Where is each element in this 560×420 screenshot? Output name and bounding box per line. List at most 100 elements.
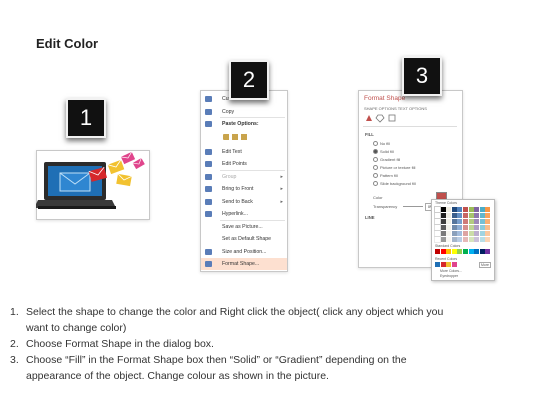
color-swatch[interactable] [446, 207, 452, 212]
color-swatch[interactable] [468, 249, 474, 254]
color-swatch[interactable] [451, 213, 457, 218]
menu-item-send-to-back[interactable]: Send to Back ▸ [201, 196, 287, 208]
more-colors-item[interactable]: More Colors... [440, 269, 462, 273]
color-swatch[interactable] [440, 219, 446, 224]
more-colors-button[interactable]: More [479, 262, 491, 268]
color-swatch[interactable] [479, 231, 485, 236]
color-swatch[interactable] [457, 213, 463, 218]
color-swatch[interactable] [463, 231, 468, 236]
color-swatch[interactable] [451, 262, 457, 267]
menu-item-bring-to-front[interactable]: Bring to Front ▸ [201, 183, 287, 195]
radio-icon[interactable] [373, 157, 378, 163]
color-swatch[interactable] [463, 213, 468, 218]
fill-option[interactable]: Pattern fill [373, 173, 398, 179]
color-swatch[interactable] [479, 249, 485, 254]
menu-item-paste-options[interactable] [201, 131, 287, 143]
color-swatch[interactable] [434, 212, 441, 219]
color-swatch[interactable] [457, 207, 463, 212]
eyedropper-item[interactable]: Eyedropper [440, 274, 458, 278]
color-swatch[interactable] [451, 207, 457, 212]
color-swatch[interactable] [434, 224, 441, 231]
color-swatch[interactable] [468, 225, 474, 230]
line-section-header[interactable]: LINE [365, 215, 375, 220]
fill-option[interactable]: Picture or texture fill [373, 165, 415, 171]
color-swatch[interactable] [479, 225, 485, 230]
color-swatch[interactable] [468, 231, 474, 236]
color-swatch[interactable] [434, 236, 441, 243]
color-swatch[interactable] [434, 218, 441, 225]
color-swatch[interactable] [451, 219, 457, 224]
color-swatch[interactable] [434, 230, 441, 237]
color-swatch[interactable] [479, 207, 485, 212]
color-swatch[interactable] [451, 231, 457, 236]
color-swatch[interactable] [468, 213, 474, 218]
radio-icon[interactable] [373, 165, 378, 171]
color-swatch[interactable] [485, 249, 491, 254]
fill-option[interactable]: Solid fill [373, 149, 394, 155]
color-swatch[interactable] [474, 213, 480, 218]
color-swatch[interactable] [474, 237, 480, 242]
color-swatch[interactable] [440, 231, 446, 236]
color-swatch[interactable] [463, 207, 468, 212]
color-swatch[interactable] [451, 249, 457, 254]
color-swatch[interactable] [457, 231, 463, 236]
menu-item-format-shape[interactable]: Format Shape... [201, 258, 287, 270]
color-swatch[interactable] [463, 219, 468, 224]
color-swatch[interactable] [446, 249, 452, 254]
menu-item-paste-options[interactable]: Paste Options: [201, 118, 287, 130]
color-swatch[interactable] [485, 237, 491, 242]
color-swatch[interactable] [485, 225, 491, 230]
fill-section-header[interactable]: FILL [365, 132, 374, 137]
color-swatch[interactable] [474, 219, 480, 224]
menu-item-copy[interactable]: Copy [201, 106, 287, 118]
format-shape-tabs[interactable]: SHAPE OPTIONS TEXT OPTIONS [364, 106, 427, 111]
color-swatch[interactable] [479, 219, 485, 224]
color-swatch[interactable] [463, 225, 468, 230]
color-swatch[interactable] [451, 237, 457, 242]
color-swatch[interactable] [463, 237, 468, 242]
color-swatch[interactable] [440, 207, 446, 212]
color-swatch[interactable] [446, 225, 452, 230]
color-swatch[interactable] [435, 262, 440, 267]
radio-icon[interactable] [373, 149, 378, 155]
color-swatch[interactable] [446, 262, 452, 267]
color-swatch[interactable] [474, 225, 480, 230]
color-swatch[interactable] [479, 237, 485, 242]
color-swatch[interactable] [435, 249, 440, 254]
color-swatch[interactable] [446, 237, 452, 242]
color-swatch[interactable] [463, 249, 468, 254]
color-swatch[interactable] [446, 231, 452, 236]
menu-item-edit-text[interactable]: Edit Text [201, 146, 287, 158]
fill-option[interactable]: No fill [373, 141, 390, 147]
color-swatch[interactable] [485, 207, 491, 212]
color-swatch[interactable] [446, 219, 452, 224]
color-swatch[interactable] [457, 219, 463, 224]
color-swatch[interactable] [457, 237, 463, 242]
radio-icon[interactable] [373, 173, 378, 179]
menu-item-set-as-default-shape[interactable]: Set as Default Shape [201, 233, 287, 245]
color-swatch[interactable] [485, 213, 491, 218]
color-swatch[interactable] [468, 237, 474, 242]
color-swatch[interactable] [440, 237, 446, 242]
color-swatch[interactable] [474, 249, 480, 254]
color-swatch[interactable] [474, 207, 480, 212]
fill-option[interactable]: Gradient fill [373, 157, 400, 163]
menu-item-edit-points[interactable]: Edit Points [201, 158, 287, 170]
radio-icon[interactable] [373, 181, 378, 187]
color-swatch[interactable] [440, 213, 446, 218]
menu-item-size-and-position[interactable]: Size and Position... [201, 246, 287, 258]
fill-option[interactable]: Slide background fill [373, 181, 416, 187]
color-swatch[interactable] [468, 207, 474, 212]
color-swatch[interactable] [474, 231, 480, 236]
transparency-slider[interactable] [403, 206, 423, 207]
fill-line-icon[interactable] [364, 113, 404, 123]
color-swatch[interactable] [485, 219, 491, 224]
color-swatch[interactable] [485, 231, 491, 236]
laptop-email-illustration[interactable] [36, 140, 166, 220]
radio-icon[interactable] [373, 141, 378, 147]
menu-item-group[interactable]: Group ▸ [201, 171, 287, 183]
menu-item-hyperlink[interactable]: Hyperlink... [201, 208, 287, 220]
color-swatch[interactable] [457, 225, 463, 230]
color-swatch[interactable] [457, 249, 463, 254]
color-swatch[interactable] [440, 249, 446, 254]
